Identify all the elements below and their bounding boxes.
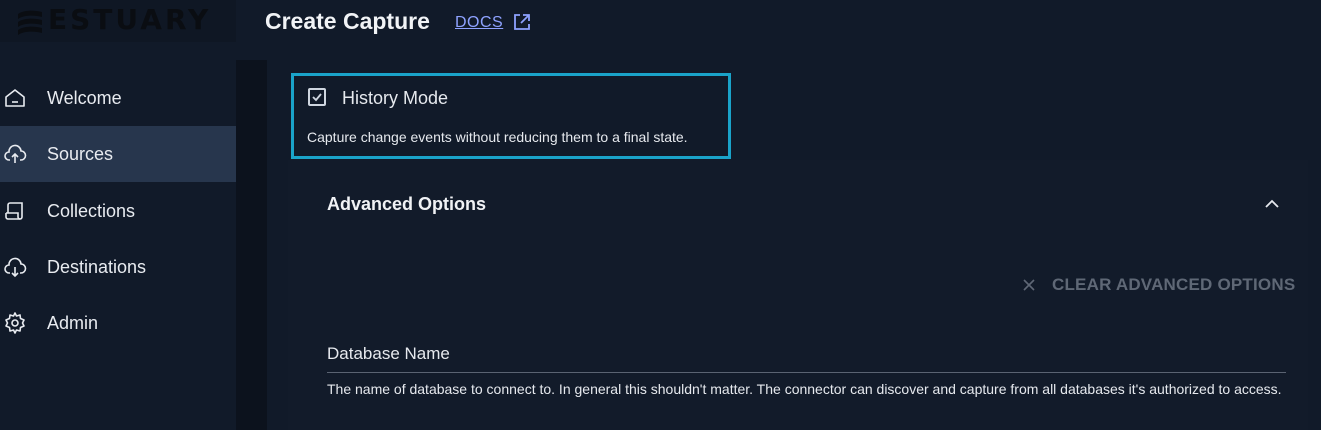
history-mode-highlight	[291, 73, 731, 159]
sidebar-item-welcome[interactable]: Welcome	[0, 70, 236, 126]
sidebar-item-sources[interactable]: Sources	[0, 126, 236, 182]
home-icon	[5, 89, 25, 107]
sidebar-item-admin[interactable]: Admin	[0, 295, 236, 351]
sidebar-item-collections[interactable]: Collections	[0, 183, 236, 239]
page-header: Create Capture DOCS	[236, 0, 1321, 42]
scroll-icon	[5, 202, 23, 220]
brand-logo-area: ESTUARY	[0, 0, 236, 42]
docs-link[interactable]: DOCS	[455, 14, 503, 32]
sidebar-item-label: Destinations	[47, 257, 147, 277]
page-title: Create Capture	[265, 8, 430, 34]
cloud-download-icon	[4, 257, 27, 278]
history-mode-label: History Mode	[342, 88, 449, 108]
database-name-help: The name of database to connect to. In g…	[327, 381, 1282, 397]
checkmark-icon	[312, 93, 322, 102]
database-name-input[interactable]	[327, 343, 1286, 373]
sidebar-item-label: Admin	[47, 313, 99, 333]
sidebar-item-label: Collections	[47, 201, 136, 221]
clear-advanced-options-button[interactable]: CLEAR ADVANCED OPTIONS	[1052, 275, 1295, 295]
cloud-upload-icon	[4, 144, 27, 163]
estuary-logo-icon	[18, 10, 42, 35]
brand-name: ESTUARY	[48, 3, 212, 36]
external-link-icon[interactable]	[512, 12, 532, 32]
history-mode-description: Capture change events without reducing t…	[307, 129, 688, 145]
sidebar: Welcome Sources Collections Destinations	[0, 60, 236, 430]
sidebar-item-destinations[interactable]: Destinations	[0, 239, 236, 295]
close-icon	[1023, 279, 1035, 291]
advanced-options-title[interactable]: Advanced Options	[327, 194, 486, 215]
sidebar-divider	[236, 60, 267, 430]
chevron-up-icon[interactable]	[1262, 196, 1282, 212]
history-mode-checkbox[interactable]	[308, 88, 326, 106]
gear-icon	[5, 312, 25, 334]
sidebar-item-label: Sources	[47, 144, 114, 164]
sidebar-item-label: Welcome	[47, 88, 122, 108]
